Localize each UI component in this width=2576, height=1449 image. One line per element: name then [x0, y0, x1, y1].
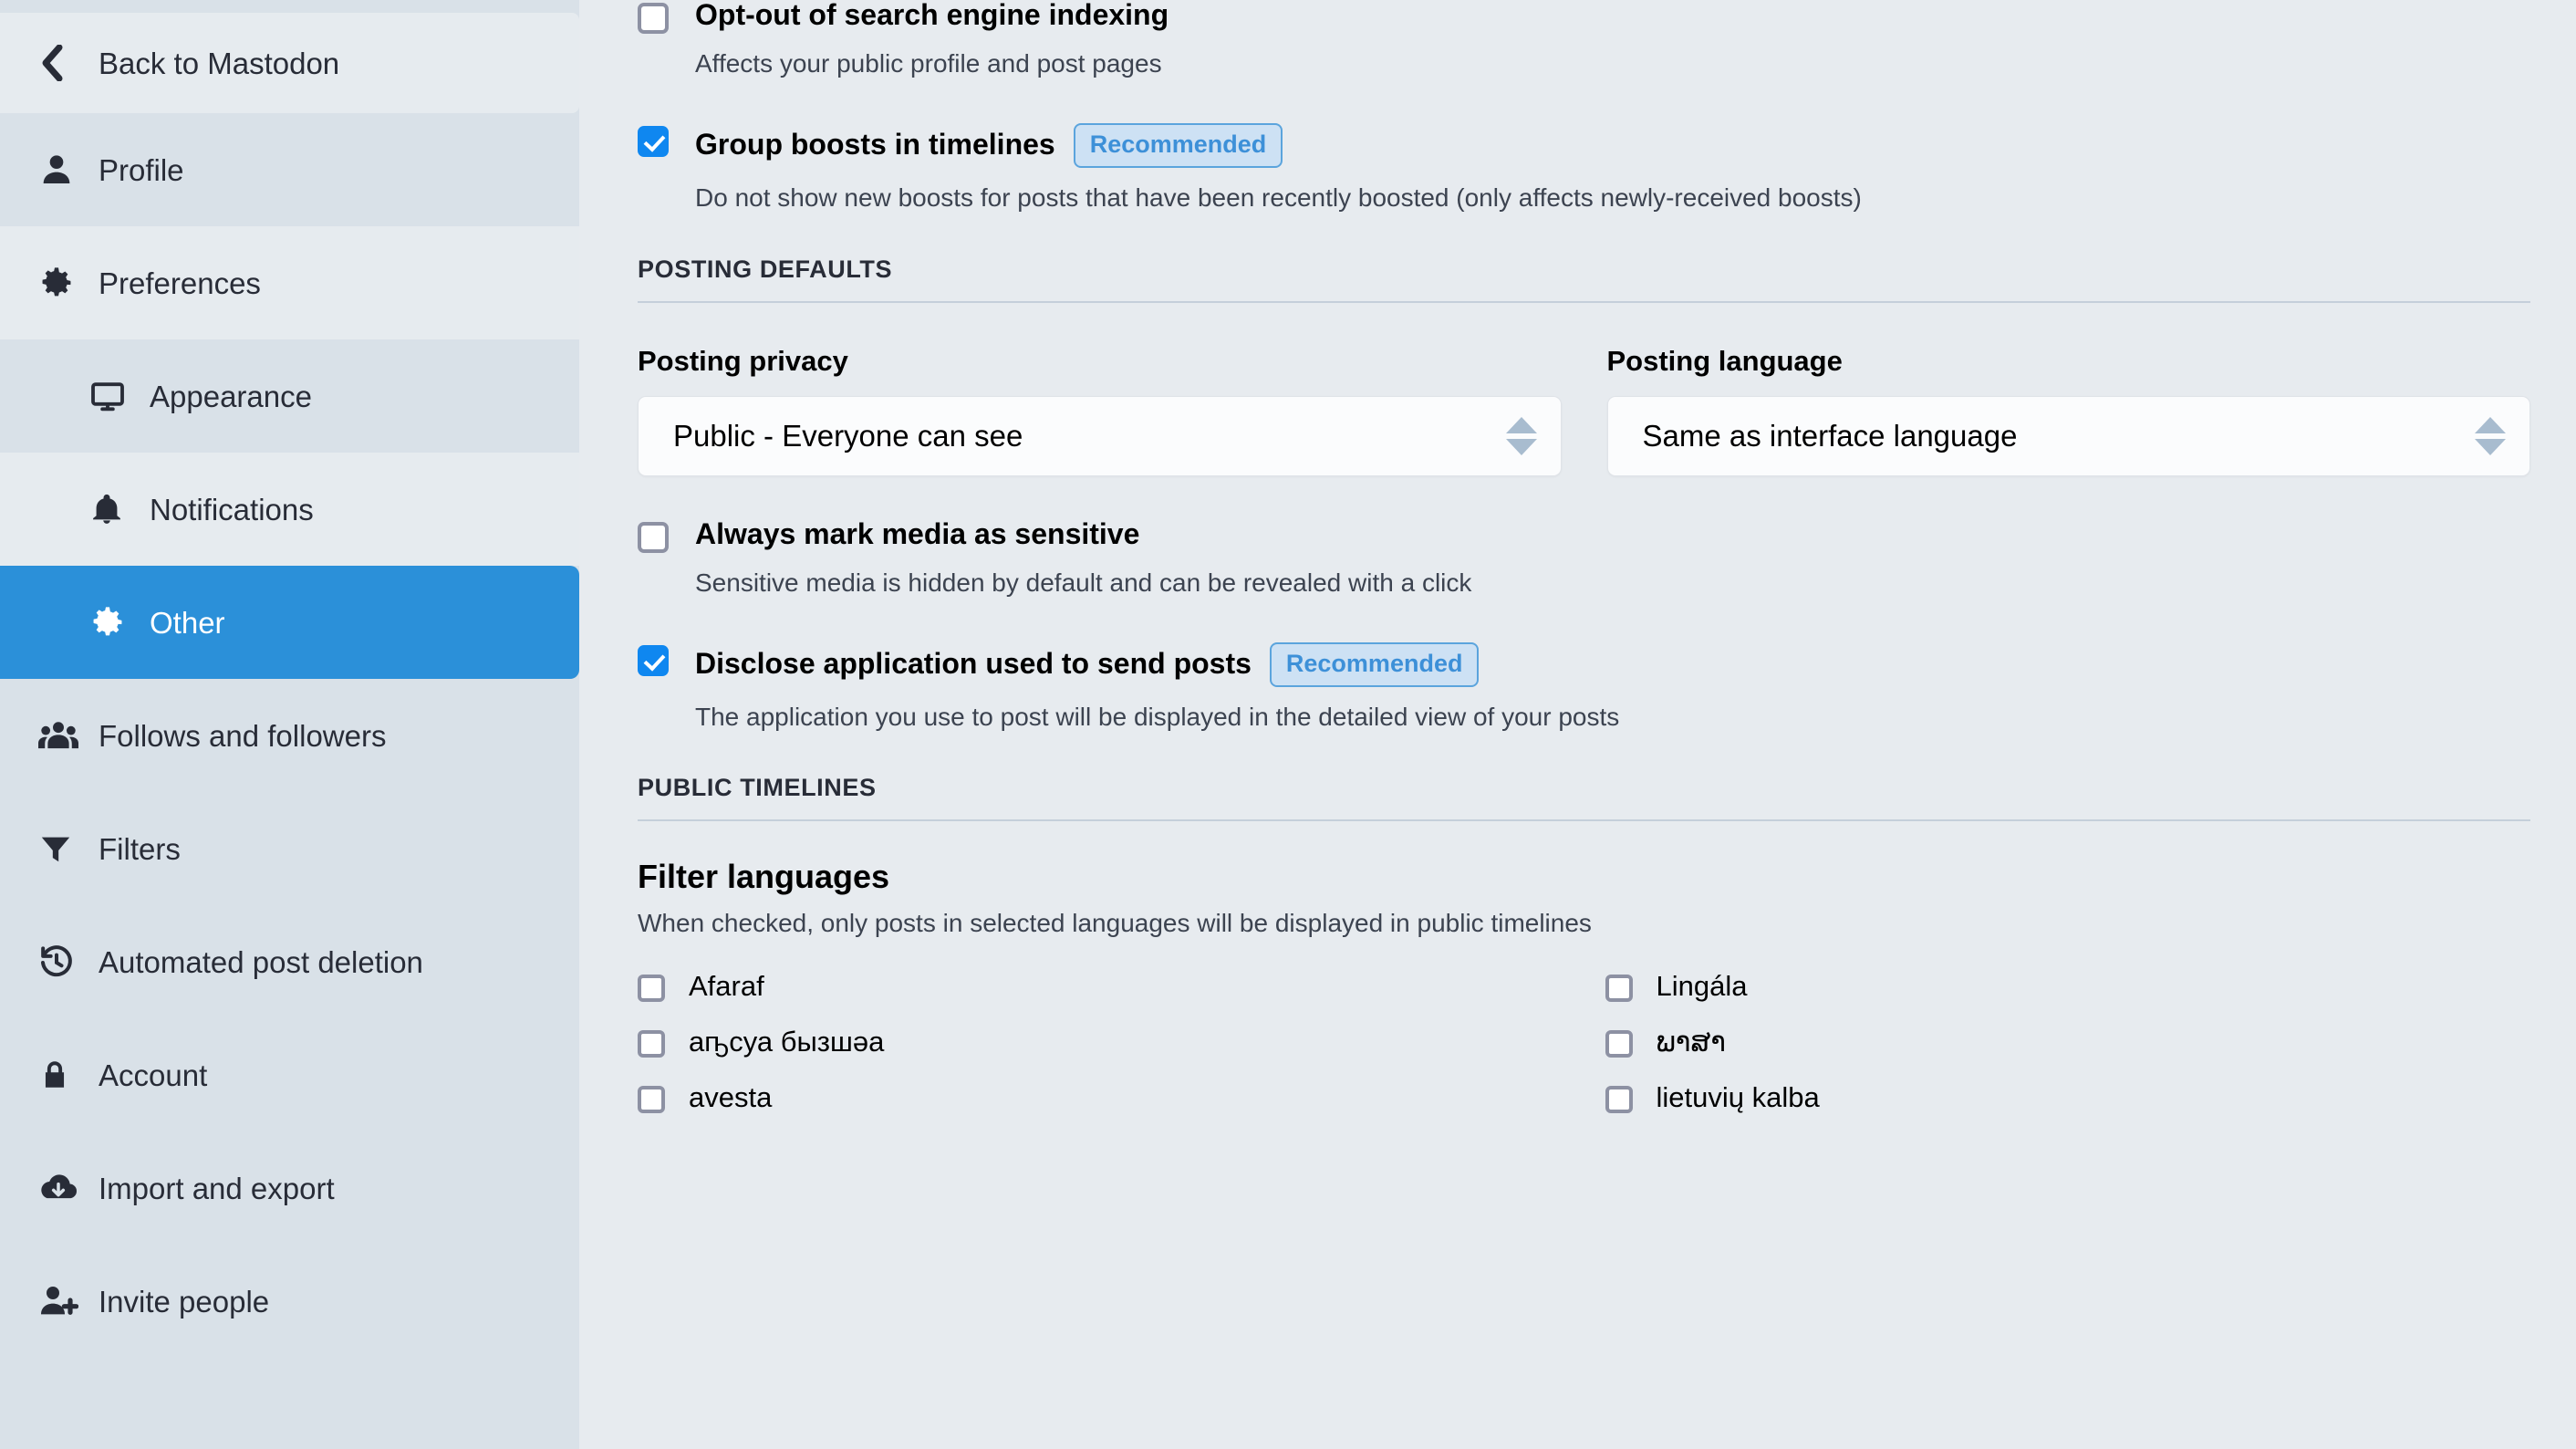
sidebar-item-appearance[interactable]: Appearance — [0, 339, 579, 453]
language-label: avesta — [689, 1081, 773, 1114]
language-checkbox-row[interactable]: Lingála — [1605, 971, 2531, 1027]
history-icon — [38, 943, 78, 980]
sidebar-item-invite-people[interactable]: Invite people — [0, 1245, 579, 1358]
person-add-icon — [38, 1283, 78, 1319]
filter-languages-grid: Afaraf аҧсуа бызшәа avesta Lingála ພາສາ … — [638, 971, 2530, 1138]
posting-language-select[interactable]: Same as interface language — [1606, 396, 2530, 477]
language-label: Lingála — [1656, 970, 1748, 1003]
checkbox-language[interactable] — [638, 975, 665, 1003]
sidebar-item-notifications-label: Notifications — [150, 492, 314, 526]
section-divider — [638, 819, 2530, 822]
option-hint: Affects your public profile and post pag… — [695, 49, 1162, 78]
section-divider — [638, 301, 2530, 304]
option-hint: The application you use to post will be … — [695, 702, 1620, 731]
posting-privacy-value: Public - Everyone can see — [673, 419, 1023, 453]
back-to-mastodon-label: Back to Mastodon — [99, 46, 340, 80]
sidebar-item-import-and-export[interactable]: Import and export — [0, 1131, 579, 1245]
option-disclose-application[interactable]: Disclose application used to send posts … — [638, 641, 2530, 687]
sidebar-item-filters[interactable]: Filters — [0, 792, 579, 905]
option-title: Opt-out of search engine indexing — [695, 0, 1169, 31]
users-icon — [38, 717, 78, 754]
funnel-icon — [38, 830, 78, 867]
language-label: аҧсуа бызшәа — [689, 1026, 885, 1058]
settings-sidebar: Back to Mastodon Profile Preferences App… — [0, 0, 579, 1449]
checkbox-language[interactable] — [1605, 975, 1633, 1003]
sidebar-item-preferences-label: Preferences — [99, 266, 261, 300]
option-title-text: Disclose application used to send posts — [695, 647, 1252, 681]
chevron-left-icon — [38, 45, 78, 81]
posting-privacy-select[interactable]: Public - Everyone can see — [638, 396, 1562, 477]
sidebar-item-other-label: Other — [150, 605, 225, 640]
option-title-text: Group boosts in timelines — [695, 128, 1055, 162]
checkbox-disclose-application[interactable] — [638, 644, 669, 676]
gear-icon — [89, 604, 130, 641]
cloud-download-icon — [38, 1170, 78, 1206]
section-heading-posting-defaults: POSTING DEFAULTS — [638, 255, 893, 284]
lock-icon — [38, 1057, 78, 1093]
sidebar-item-other[interactable]: Other — [0, 566, 579, 679]
checkbox-group-boosts[interactable] — [638, 125, 669, 157]
language-checkbox-row[interactable]: avesta — [638, 1082, 1584, 1138]
checkbox-language[interactable] — [638, 1086, 665, 1114]
option-hint: Do not show new boosts for posts that ha… — [695, 182, 1862, 212]
sidebar-item-profile-label: Profile — [99, 152, 184, 187]
back-to-mastodon-link[interactable]: Back to Mastodon — [0, 13, 579, 113]
sidebar-item-account-label: Account — [99, 1058, 208, 1092]
sidebar-item-notifications[interactable]: Notifications — [0, 453, 579, 566]
sidebar-item-follows-label: Follows and followers — [99, 718, 387, 753]
settings-page: Back to Mastodon Profile Preferences App… — [0, 0, 2576, 1449]
option-title: Always mark media as sensitive — [695, 517, 1140, 551]
sidebar-item-account[interactable]: Account — [0, 1018, 579, 1131]
language-checkbox-row[interactable]: lietuvių kalba — [1605, 1082, 2531, 1138]
recommended-badge: Recommended — [1269, 641, 1480, 687]
language-label: ພາສາ — [1656, 1026, 1727, 1058]
language-checkbox-row[interactable]: ພາສາ — [1605, 1027, 2531, 1082]
sidebar-item-profile[interactable]: Profile — [0, 113, 579, 226]
sidebar-item-appearance-label: Appearance — [150, 379, 312, 413]
checkbox-language[interactable] — [1605, 1086, 1633, 1114]
recommended-badge: Recommended — [1073, 122, 1283, 168]
sidebar-item-follows-and-followers[interactable]: Follows and followers — [0, 679, 579, 792]
language-label: lietuvių kalba — [1656, 1081, 1820, 1114]
sidebar-item-preferences[interactable]: Preferences — [0, 226, 579, 339]
filter-languages-title: Filter languages — [638, 858, 890, 896]
monitor-icon — [89, 378, 130, 414]
option-group-boosts[interactable]: Group boosts in timelines Recommended — [638, 122, 2530, 168]
gear-icon — [38, 265, 78, 301]
option-always-mark-sensitive[interactable]: Always mark media as sensitive — [638, 517, 2530, 554]
sidebar-item-automated-post-deletion[interactable]: Automated post deletion — [0, 905, 579, 1018]
filter-languages-description: When checked, only posts in selected lan… — [638, 909, 1592, 938]
sidebar-item-import-and-export-label: Import and export — [99, 1171, 335, 1205]
option-opt-out-search-indexing[interactable]: Opt-out of search engine indexing — [638, 0, 2530, 34]
sidebar-item-automated-post-deletion-label: Automated post deletion — [99, 944, 423, 979]
sidebar-item-invite-people-label: Invite people — [99, 1284, 270, 1319]
option-hint: Sensitive media is hidden by default and… — [695, 568, 1472, 598]
language-label: Afaraf — [689, 970, 764, 1003]
posting-language-value: Same as interface language — [1642, 419, 2018, 453]
filter-languages-column-left: Afaraf аҧсуа бызшәа avesta — [638, 971, 1584, 1138]
settings-main-content: Opt-out of search engine indexing Affect… — [579, 0, 2576, 1449]
filter-languages-column-right: Lingála ພາສາ lietuvių kalba — [1584, 971, 2531, 1138]
person-icon — [38, 151, 78, 188]
checkbox-always-mark-sensitive[interactable] — [638, 522, 669, 554]
posting-privacy-label: Posting privacy — [638, 345, 848, 378]
section-heading-public-timelines: PUBLIC TIMELINES — [638, 774, 877, 802]
language-checkbox-row[interactable]: аҧсуа бызшәа — [638, 1027, 1584, 1082]
sidebar-item-filters-label: Filters — [99, 831, 181, 866]
chevron-updown-icon — [2475, 417, 2506, 456]
option-title: Disclose application used to send posts … — [695, 641, 1480, 687]
checkbox-language[interactable] — [1605, 1030, 1633, 1058]
chevron-updown-icon — [1505, 417, 1537, 456]
checkbox-opt-out-search-indexing[interactable] — [638, 3, 669, 34]
option-title: Group boosts in timelines Recommended — [695, 122, 1283, 168]
bell-icon — [89, 491, 130, 527]
language-checkbox-row[interactable]: Afaraf — [638, 971, 1584, 1027]
checkbox-language[interactable] — [638, 1030, 665, 1058]
posting-language-label: Posting language — [1606, 345, 1843, 378]
